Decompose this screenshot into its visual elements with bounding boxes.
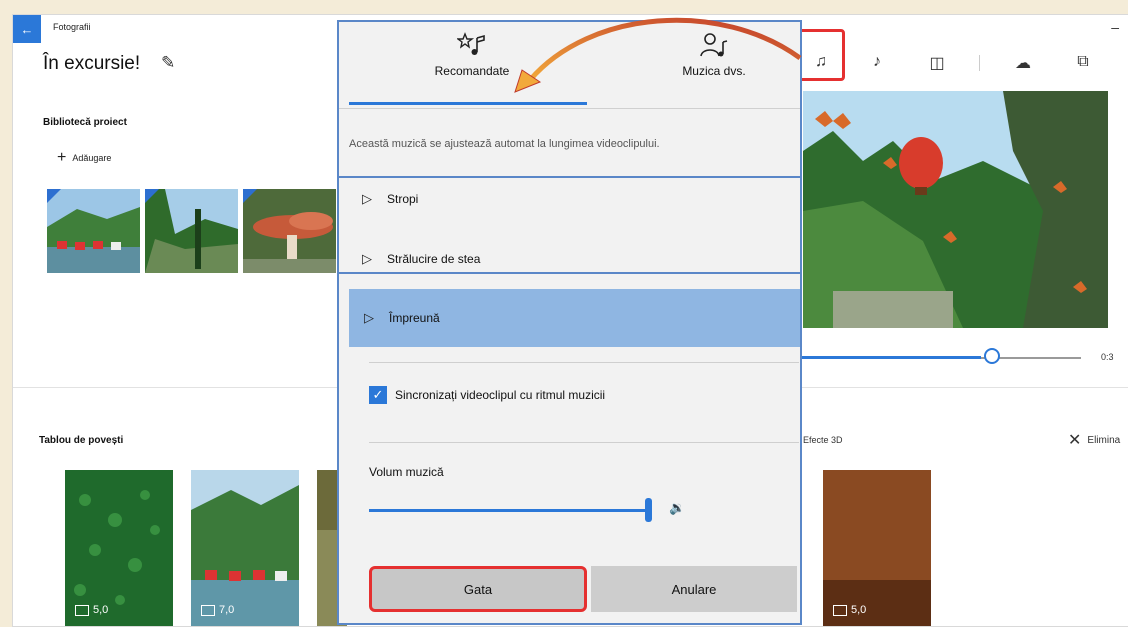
minimize-button[interactable]: – bbox=[1111, 19, 1119, 35]
tab-your-music-label: Muzica dvs. bbox=[682, 64, 746, 78]
clip-duration: 5,0 bbox=[833, 604, 866, 616]
cancel-button[interactable]: Anulare bbox=[591, 566, 797, 612]
track-name: Împreună bbox=[389, 311, 440, 325]
selection-corner bbox=[47, 189, 61, 203]
image-icon bbox=[75, 604, 89, 616]
volume-slider-thumb[interactable] bbox=[645, 498, 652, 522]
speaker-icon[interactable]: 🔉 bbox=[669, 500, 685, 516]
time-end: 0:3 bbox=[1101, 352, 1114, 362]
clip-duration: 7,0 bbox=[201, 604, 234, 616]
toolbar-separator bbox=[979, 55, 980, 71]
sync-checkbox-row[interactable]: ✓ Sincronizați videoclipul cu ritmul muz… bbox=[369, 386, 605, 404]
pencil-icon[interactable]: ✎ bbox=[161, 53, 175, 73]
image-icon bbox=[833, 604, 847, 616]
back-button[interactable]: ← bbox=[13, 15, 41, 43]
aspect-ratio-icon[interactable]: ◫ bbox=[923, 53, 951, 73]
playback-slider-thumb[interactable] bbox=[984, 348, 1000, 364]
background-music-flyout: Recomandate Muzica dvs. Această muzică s… bbox=[337, 20, 802, 625]
back-arrow-icon: ← bbox=[20, 21, 34, 37]
storyboard-title: Tablou de povești bbox=[39, 435, 124, 446]
track-item[interactable]: ▷ Strălucire de stea bbox=[339, 236, 800, 282]
image-icon bbox=[201, 604, 215, 616]
track-name: Strălucire de stea bbox=[387, 252, 481, 266]
copy-icon[interactable]: ⧉ bbox=[1069, 53, 1097, 71]
divider bbox=[369, 442, 799, 443]
app-title: Fotografii bbox=[53, 22, 91, 32]
plus-icon: + bbox=[57, 149, 67, 166]
tab-recommended[interactable]: Recomandate bbox=[397, 30, 547, 78]
music-button-highlight bbox=[797, 29, 845, 81]
effects-3d-button[interactable]: Efecte 3D bbox=[803, 435, 843, 445]
tab-recommended-label: Recomandate bbox=[434, 64, 510, 78]
play-icon[interactable]: ▷ bbox=[347, 191, 387, 207]
play-icon[interactable]: ▷ bbox=[347, 251, 387, 267]
storyboard-clip[interactable]: 5,0 bbox=[823, 470, 931, 626]
play-icon[interactable]: ▷ bbox=[349, 310, 389, 326]
your-music-icon bbox=[700, 33, 728, 57]
library-thumbnail[interactable] bbox=[145, 189, 238, 273]
storyboard-clip[interactable]: 5,0 bbox=[65, 470, 173, 626]
narration-icon[interactable]: ♪ bbox=[863, 53, 891, 71]
remove-label: Elimina bbox=[1087, 434, 1121, 446]
playback-slider-fill bbox=[791, 356, 981, 359]
project-title[interactable]: În excursie! bbox=[43, 53, 140, 75]
track-item-selected[interactable]: ▷ Împreună bbox=[349, 289, 800, 347]
track-name: Stropi bbox=[387, 192, 419, 206]
list-bottom-border bbox=[339, 272, 800, 274]
cloud-upload-icon[interactable]: ☁ bbox=[1009, 53, 1037, 73]
tab-your-music[interactable]: Muzica dvs. bbox=[639, 30, 789, 78]
volume-label: Volum muzică bbox=[369, 465, 444, 479]
sync-label: Sincronizați videoclipul cu ritmul muzic… bbox=[395, 388, 606, 402]
video-preview[interactable] bbox=[803, 91, 1108, 328]
track-item[interactable]: ▷ Stropi bbox=[339, 176, 800, 222]
volume-slider-track[interactable] bbox=[369, 509, 649, 512]
library-thumbnail[interactable] bbox=[243, 189, 336, 273]
music-description: Această muzică se ajustează automat la l… bbox=[349, 138, 660, 150]
tab-separator bbox=[339, 108, 800, 109]
remove-button[interactable]: ✕ Elimina bbox=[1068, 430, 1120, 450]
selection-corner bbox=[145, 189, 159, 203]
done-button[interactable]: Gata bbox=[369, 566, 587, 612]
recommended-music-icon bbox=[457, 32, 485, 55]
checkbox-checked[interactable]: ✓ bbox=[369, 386, 387, 404]
active-tab-indicator bbox=[349, 102, 587, 105]
project-library-title: Bibliotecă proiect bbox=[43, 117, 127, 128]
close-icon: ✕ bbox=[1068, 432, 1082, 449]
divider bbox=[369, 362, 799, 363]
selection-corner bbox=[243, 189, 257, 203]
clip-duration: 5,0 bbox=[75, 604, 108, 616]
storyboard-clip[interactable]: 7,0 bbox=[191, 470, 299, 626]
add-label: Adăugare bbox=[72, 153, 112, 163]
library-thumbnail[interactable] bbox=[47, 189, 140, 273]
add-button[interactable]: + Adăugare bbox=[57, 149, 112, 166]
